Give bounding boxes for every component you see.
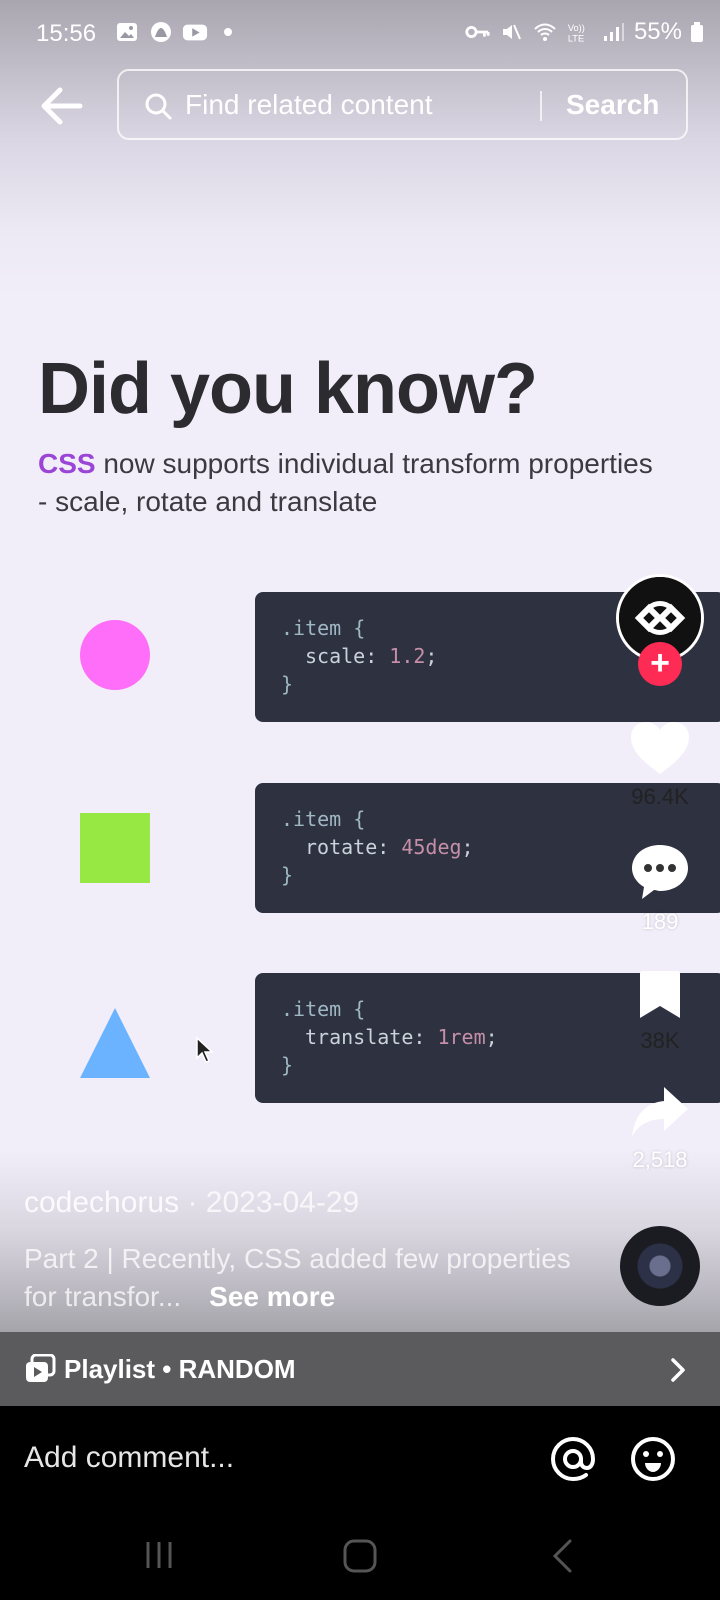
like-button[interactable]: 96.4K [620,720,700,810]
code-property: rotate: [305,835,402,859]
app-icon [151,22,171,42]
music-disc-icon[interactable] [620,1226,700,1306]
wifi-icon [534,23,556,41]
triangle-shape [80,1008,150,1078]
chevron-right-icon [671,1358,685,1382]
see-more-link[interactable]: See more [209,1281,335,1312]
svg-text:LTE: LTE [568,33,584,43]
share-count: 2,518 [632,1147,688,1172]
youtube-icon [182,24,208,41]
mention-icon[interactable] [550,1436,596,1482]
circle-shape [80,620,150,690]
code-semicolon: ; [425,644,438,668]
battery-icon [691,22,703,42]
code-semicolon: ; [461,835,474,859]
css-accent: CSS [38,448,96,479]
share-arrow-icon [632,1087,688,1137]
key-icon [465,25,490,39]
bookmark-icon [640,971,680,1018]
volte-icon: Vo))LTE [568,23,585,43]
recent-apps-icon[interactable] [142,1538,176,1572]
follow-button[interactable]: + [638,642,682,686]
share-button[interactable]: 2,518 [620,1085,700,1173]
mouse-cursor-icon [196,1037,214,1063]
author-line: codechorus · 2023-04-29 [24,1186,359,1220]
home-icon[interactable] [342,1538,378,1574]
heart-icon [631,722,689,774]
system-nav-bar [0,1516,720,1600]
video-subtitle: CSS now supports individual transform pr… [38,445,658,521]
gallery-icon [117,23,137,41]
status-bar: 15:56 Vo)) LTE 55% [0,0,720,64]
comment-bar: Add comment... [0,1406,720,1516]
code-close: } [281,1053,294,1077]
search-divider [540,91,542,121]
code-value: 45deg [401,835,462,859]
bookmark-button[interactable]: 38K [620,970,700,1054]
comment-count: 189 [641,909,679,934]
playlist-icon [26,1354,56,1382]
search-input[interactable]: Find related content Search [117,69,688,140]
back-arrow-icon[interactable] [36,82,88,130]
video-player[interactable]: 15:56 Vo)) LTE 55% Find related content S… [0,0,720,1332]
author-name[interactable]: codechorus [24,1186,179,1219]
add-comment-input[interactable]: Add comment... [24,1441,234,1475]
square-shape [80,813,150,883]
code-property: scale: [305,644,390,668]
video-caption: Part 2 | Recently, CSS added few propert… [24,1240,584,1316]
notification-dot [224,28,232,36]
post-date: · 2023-04-29 [179,1186,360,1219]
svg-text:Vo)): Vo)) [568,23,585,33]
video-headline: Did you know? [38,349,538,429]
comment-button[interactable]: 189 [620,843,700,935]
subtitle-text: now supports individual transform proper… [38,448,653,517]
nav-back-icon[interactable] [548,1538,578,1574]
playlist-label: Playlist • RANDOM [64,1354,296,1384]
code-property: translate: [305,1025,438,1049]
like-count: 96.4K [631,784,689,809]
mute-icon [502,24,521,40]
comment-icon [632,845,688,899]
code-value: 1rem [437,1025,486,1049]
code-semicolon: ; [485,1025,498,1049]
status-time: 15:56 [36,20,97,47]
battery-level: 55% [633,18,682,45]
signal-icon [603,23,624,41]
code-value: 1.2 [389,644,426,668]
search-placeholder: Find related content [185,89,433,120]
search-icon [145,93,172,120]
search-button[interactable]: Search [566,89,659,121]
playlist-bar[interactable]: Playlist • RANDOM [0,1332,720,1406]
emoji-icon[interactable] [630,1436,676,1482]
bookmark-count: 38K [640,1028,680,1053]
